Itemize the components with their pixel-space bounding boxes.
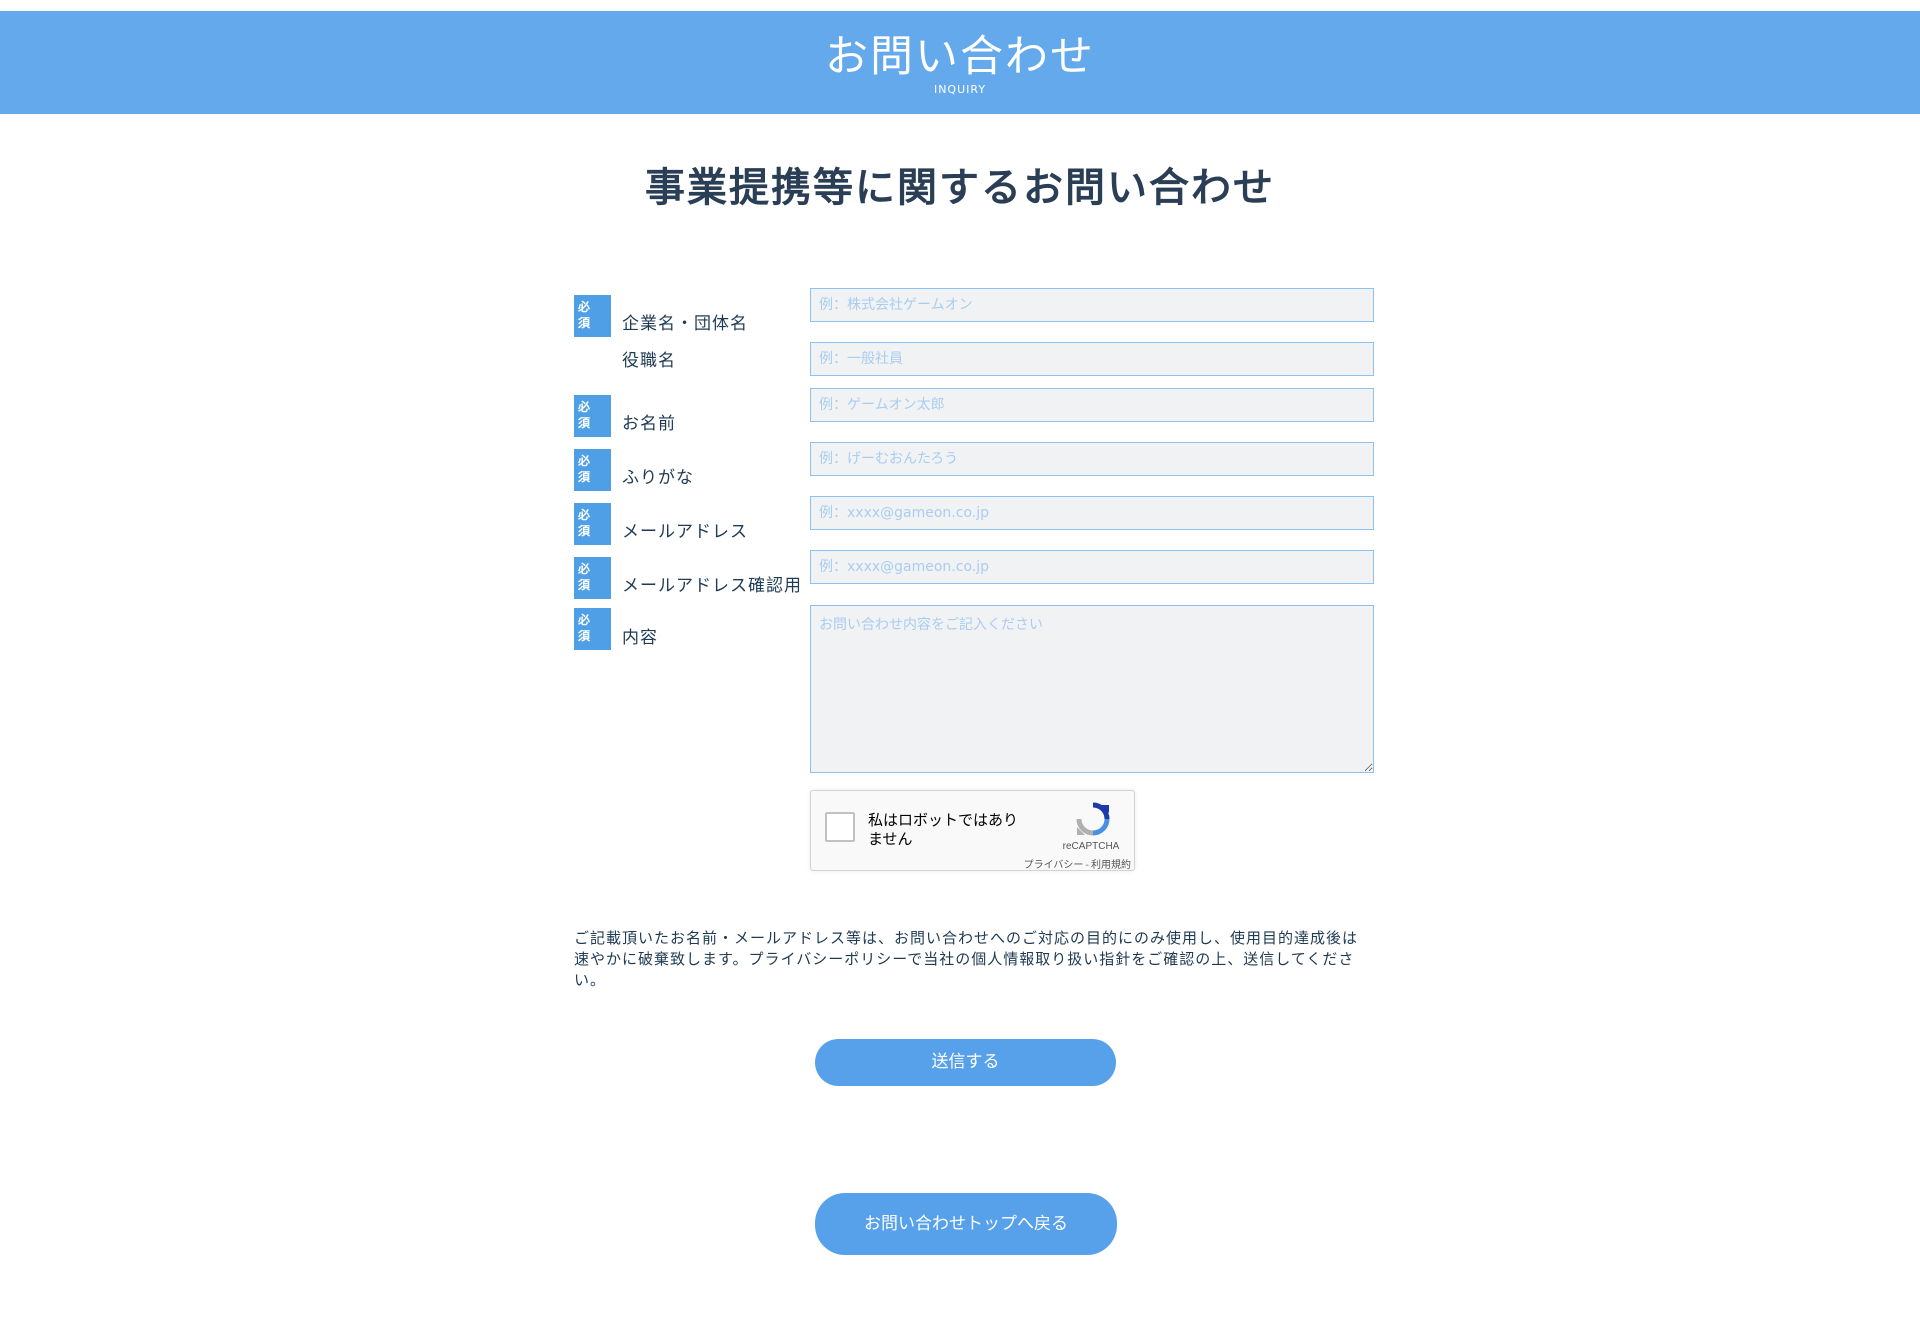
name-label: お名前 (622, 414, 676, 434)
required-badge: 必 須 (574, 608, 611, 650)
message-label: 内容 (622, 628, 658, 648)
required-badge: 必 須 (574, 503, 611, 545)
furigana-input[interactable] (810, 442, 1374, 476)
page-heading: 事業提携等に関するお問い合わせ (645, 165, 1275, 211)
recaptcha-terms-link[interactable]: 利用規約 (1091, 860, 1131, 871)
company-name-input[interactable] (810, 288, 1374, 322)
required-badge: 必 須 (574, 557, 611, 599)
email-confirm-input[interactable] (810, 550, 1374, 584)
name-input[interactable] (810, 388, 1374, 422)
email-confirm-label: メールアドレス確認用 (622, 576, 802, 596)
recaptcha-widget: 私はロボットではありません reCAPTCHA プライバシー - 利用規約 (810, 790, 1135, 871)
recaptcha-brand: reCAPTCHA (1062, 841, 1120, 852)
page: お問い合わせ INQUIRY 事業提携等に関するお問い合わせ 必 須 企業名・団… (0, 0, 1920, 1327)
recaptcha-logo-icon (1076, 802, 1110, 836)
furigana-label: ふりがな (622, 468, 694, 488)
header-subtitle: INQUIRY (933, 83, 987, 96)
job-title-input[interactable] (810, 342, 1374, 376)
required-badge: 必 須 (574, 295, 611, 337)
required-badge: 必 須 (574, 449, 611, 491)
privacy-notice: ご記載頂いたお名前・メールアドレス等は、お問い合わせへのご対応の目的にのみ使用し… (574, 929, 1359, 989)
message-textarea[interactable] (810, 605, 1374, 773)
recaptcha-checkbox[interactable] (825, 812, 855, 842)
recaptcha-label: 私はロボットではありません (868, 811, 1019, 848)
required-badge: 必 須 (574, 395, 611, 437)
recaptcha-separator: - (1085, 860, 1089, 871)
submit-button[interactable]: 送信する (815, 1039, 1116, 1086)
email-label: メールアドレス (622, 522, 748, 542)
recaptcha-privacy-link[interactable]: プライバシー (1024, 860, 1084, 871)
header-title: お問い合わせ (825, 32, 1095, 82)
company-name-label: 企業名・団体名 (622, 314, 748, 334)
recaptcha-terms: プライバシー - 利用規約 (1001, 856, 1131, 871)
back-to-inquiry-top-button[interactable]: お問い合わせトップへ戻る (815, 1193, 1117, 1255)
email-input[interactable] (810, 496, 1374, 530)
job-title-label: 役職名 (622, 351, 676, 371)
